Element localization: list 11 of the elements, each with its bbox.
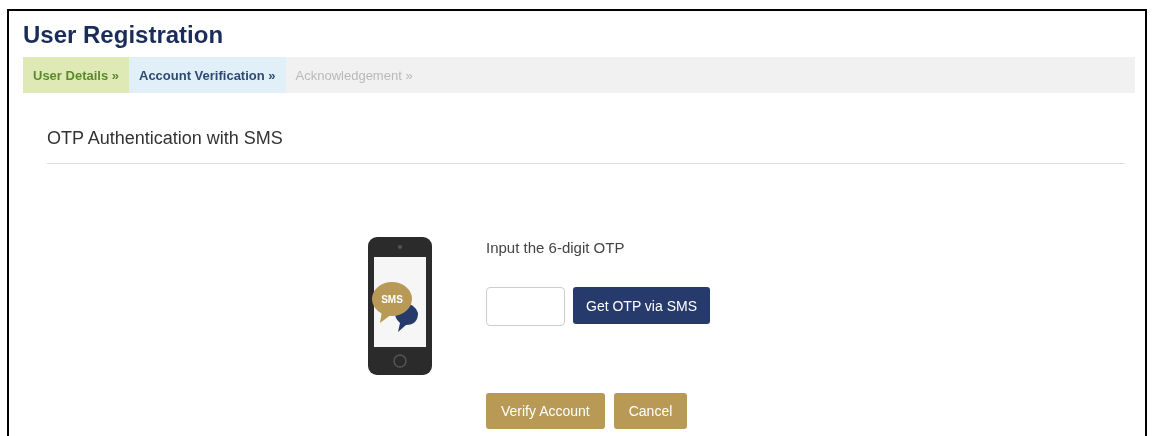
page-title: User Registration <box>23 21 225 49</box>
section-title: OTP Authentication with SMS <box>47 128 1125 164</box>
wizard-step: Acknowledgement » <box>285 57 423 93</box>
wizard-step: User Details » <box>23 57 129 93</box>
otp-input[interactable] <box>486 287 565 326</box>
phone-sms-icon: SMS <box>368 237 432 375</box>
action-button[interactable]: Verify Account <box>486 393 605 429</box>
otp-label: Input the 6-digit OTP <box>486 239 626 256</box>
wizard-step: Account Verification » <box>129 57 286 93</box>
get-otp-button[interactable]: Get OTP via SMS <box>573 287 710 324</box>
action-button[interactable]: Cancel <box>613 393 688 429</box>
